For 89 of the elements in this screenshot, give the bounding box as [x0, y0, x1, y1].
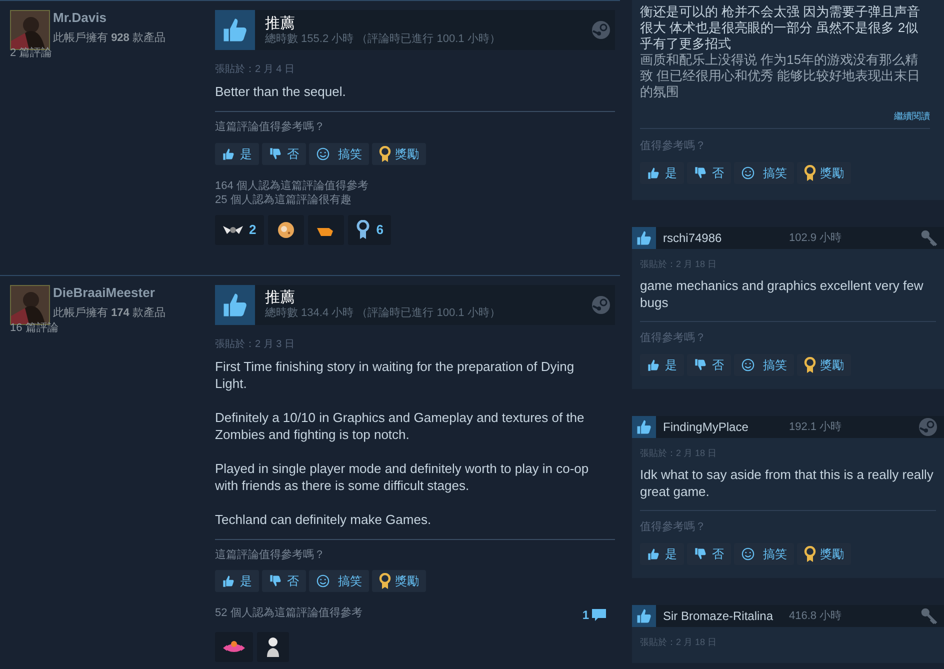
smiley-icon	[741, 547, 755, 561]
smiley-icon	[741, 166, 755, 180]
key-icon	[920, 229, 938, 247]
key-icon	[920, 607, 938, 625]
thumbs-up-icon	[647, 547, 661, 561]
vote-button[interactable]: 是	[640, 543, 684, 565]
cookie-icon	[276, 220, 296, 240]
reviewer-name[interactable]: FindingMyPlace	[663, 418, 789, 436]
vote-button[interactable]: 獎勵	[797, 354, 851, 376]
smiley-icon	[316, 146, 330, 160]
vote-button[interactable]: 搞笑	[309, 142, 369, 164]
review-text: First Time finishing story in waiting for the preparation of Dying Light. Definitely a 10/10 in Graphics and Gameplay and textures of the Zombies and fighting is top notch. Played in single player mode and definitely worth to play in co-op with friends as there is some difficult stages. Techland can definitely make Games.	[215, 358, 590, 528]
vote-button[interactable]: 是	[215, 142, 259, 164]
vote-stat: 52 個人認為這篇評論值得參考	[215, 606, 362, 620]
review-text: Idk what to say aside from that this is a really really great game.	[640, 466, 934, 500]
smiley-icon	[316, 574, 330, 588]
steam-icon	[591, 294, 611, 314]
award-chip[interactable]	[215, 632, 253, 662]
vote-button[interactable]: 搞笑	[734, 354, 794, 376]
vote-button[interactable]: 搞笑	[734, 162, 794, 184]
vote-button[interactable]: 獎勵	[797, 543, 851, 565]
review-text: 衡还是可以的 枪并不会太强 因为需要子弹且声音很大 体术也是很亮眼的一部分 虽然不是很多 2似乎有了更多招式	[640, 4, 922, 52]
smiley-icon	[741, 358, 755, 372]
reviewer-name[interactable]: DieBraaiMeester	[53, 284, 166, 300]
speech-bubble-icon	[591, 608, 607, 622]
posted-date: 張貼於：2 月 4 日	[215, 62, 296, 77]
award-chip[interactable]	[257, 632, 289, 662]
thumbs-up-icon	[222, 574, 236, 588]
thumbs-down-icon	[694, 166, 708, 180]
vote-button[interactable]: 搞笑	[734, 543, 794, 565]
vote-button[interactable]: 獎勵	[797, 162, 851, 184]
vote-button[interactable]: 否	[687, 354, 731, 376]
vote-button[interactable]: 否	[687, 543, 731, 565]
medal-icon	[379, 146, 391, 162]
playtime-text: 總時數 155.2 小時 （評論時已進行 100.1 小時）	[265, 32, 502, 46]
thumbs-up-icon	[647, 358, 661, 372]
vote-stat: 25 個人認為這篇評論很有趣	[215, 192, 352, 206]
medal-icon	[804, 165, 816, 181]
verdict-title: 推薦	[265, 289, 296, 307]
thumbs-down-icon	[269, 574, 283, 588]
review-count[interactable]: 2 篇評論	[10, 45, 52, 62]
award-chip[interactable]: 2	[215, 214, 264, 244]
playtime-text: 192.1 小時	[789, 420, 843, 435]
review-text: Better than the sequel.	[215, 83, 347, 100]
ribbon-medal-icon	[356, 220, 370, 240]
helpful-question: 值得參考嗎？	[639, 520, 707, 534]
award-chip[interactable]: 6	[348, 214, 392, 244]
thumbs-down-icon	[694, 547, 708, 561]
thumbs-up-icon	[222, 146, 236, 160]
medal-icon	[804, 546, 816, 562]
helpful-question: 這篇評論值得參考嗎？	[215, 120, 326, 135]
comment-count[interactable]: 1	[582, 606, 607, 624]
helpful-question: 值得參考嗎？	[640, 138, 707, 154]
medal-icon	[804, 357, 816, 373]
product-count[interactable]: 此帳戶擁有 174 款產品	[53, 304, 166, 321]
reviewer-name[interactable]: Mr.Davis	[53, 10, 166, 26]
vote-button[interactable]: 否	[687, 162, 731, 184]
vote-button[interactable]: 是	[640, 162, 684, 184]
review-count[interactable]: 16 篇評論	[10, 320, 58, 336]
posted-date: 張貼於：2 月 3 日	[215, 338, 296, 352]
creature-icon	[223, 640, 245, 654]
thumbs-down-icon	[269, 146, 283, 160]
vote-button[interactable]: 獎勵	[372, 570, 426, 592]
playtime-text: 102.9 小時	[789, 230, 843, 246]
bust-icon	[265, 636, 281, 658]
playtime-text: 總時數 134.4 小時 （評論時已進行 100.1 小時）	[265, 307, 502, 320]
vote-button[interactable]: 搞笑	[309, 570, 369, 592]
product-count[interactable]: 此帳戶擁有 928 款產品	[53, 30, 166, 46]
award-chip[interactable]	[308, 214, 344, 244]
medal-icon	[379, 573, 391, 589]
award-chip[interactable]	[268, 214, 304, 244]
helpful-question: 這篇評論值得參考嗎？	[215, 548, 326, 562]
vote-button[interactable]: 是	[640, 354, 684, 376]
review-text: game mechanics and graphics excellent very few bugs	[640, 276, 924, 310]
read-more-link[interactable]: 繼續閱讀	[894, 110, 930, 124]
thumbs-up-icon	[647, 166, 661, 180]
vote-button[interactable]: 是	[215, 570, 259, 592]
reviewer-name[interactable]: rschi74986	[663, 229, 789, 247]
verdict-title: 推薦	[265, 14, 296, 32]
vote-stat: 164 個人認為這篇評論值得參考	[215, 178, 368, 192]
vote-button[interactable]: 否	[262, 142, 306, 164]
vote-button[interactable]: 獎勵	[372, 142, 426, 164]
review-text: 画质和配乐上没得说 作为15年的游戏没有那么精致 但已经很用心和优秀 能够比较好地表现出末日的氛围	[640, 52, 922, 100]
steam-icon	[591, 20, 611, 40]
vote-button[interactable]: 否	[262, 570, 306, 592]
thumbs-down-icon	[694, 358, 708, 372]
helpful-question: 值得參考嗎？	[639, 330, 707, 346]
playtime-text: 416.8 小時	[789, 608, 843, 624]
reviewer-name[interactable]: Sir Bromaze-Ritalina	[663, 607, 789, 625]
